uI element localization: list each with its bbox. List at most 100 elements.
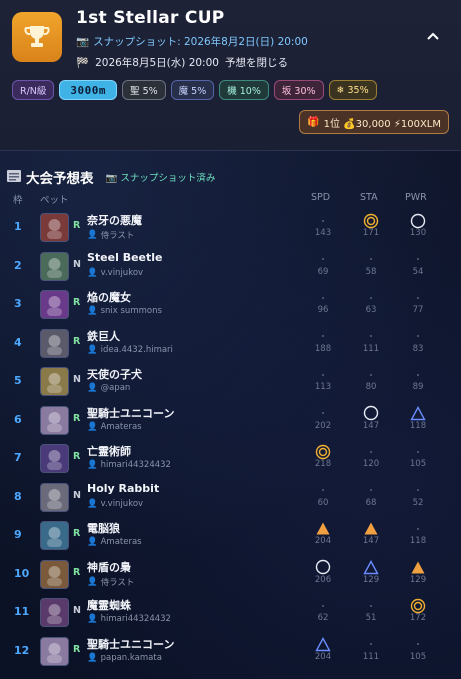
col-pwr: PWR <box>405 192 427 203</box>
table-row[interactable]: 1 R 奈牙の悪魔 👤 侍ラスト 143 171 130 <box>0 210 461 248</box>
close-prediction-label: 予想を閉じる <box>224 57 288 69</box>
table-row[interactable]: 12 R 聖騎士ユニコーン 👤 papan.kamata 204 111 105 <box>0 634 461 672</box>
rarity-badge: N <box>73 605 81 616</box>
sta-value: 51 <box>365 613 377 623</box>
dot-icon <box>353 482 389 499</box>
pwr-cell: 89 <box>400 366 436 392</box>
pwr-cell: 54 <box>400 251 436 277</box>
user-icon: 👤 <box>87 344 98 355</box>
table-row[interactable]: 8 N Holy Rabbit 👤 v.vinjukov 60 68 52 <box>0 480 461 518</box>
pet-name: 聖騎士ユニコーン <box>87 406 175 420</box>
rarity-badge: R <box>73 335 81 347</box>
user-icon: 👤 <box>87 421 98 432</box>
table-row[interactable]: 6 R 聖騎士ユニコーン 👤 Amateras 202 147 118 <box>0 403 461 441</box>
owner-name: v.vinjukov <box>100 498 144 509</box>
pet-name: 神盾の梟 <box>87 560 131 574</box>
user-icon: 👤 <box>87 306 98 316</box>
sta-cell: 80 <box>353 366 389 392</box>
spd-value: 202 <box>314 420 332 431</box>
spd-value: 69 <box>317 266 329 277</box>
sta-cell: 129 <box>353 559 389 585</box>
owner-line: 👤 v.vinjukov <box>87 268 143 278</box>
snapshot-status: 📷 スナップショット済み <box>105 173 216 184</box>
col-spd: SPD <box>311 192 331 203</box>
sta-cell: 63 <box>353 289 389 315</box>
table-row[interactable]: 5 N 天使の子犬 👤 @apan 113 80 89 <box>0 364 461 402</box>
table-row[interactable]: 11 N 魔霊蜘蛛 👤 himari44324432 62 51 172 <box>0 595 461 633</box>
dot-icon <box>305 251 341 268</box>
pet-name: 鉄巨人 <box>87 329 120 343</box>
sta-value: 68 <box>365 497 377 508</box>
sta-value: 111 <box>362 343 380 354</box>
dot-icon <box>400 443 436 460</box>
spd-value: 204 <box>314 536 332 546</box>
slope-ratio-badge: 坂 30% <box>273 80 324 100</box>
spd-value: 62 <box>317 613 329 623</box>
sta-value: 129 <box>362 574 380 585</box>
frame-number: 7 <box>14 451 22 464</box>
distance-badge: 3000m <box>59 80 118 100</box>
user-icon: 👤 <box>87 460 98 470</box>
owner-line: 👤 侍ラスト <box>87 576 134 588</box>
sta-cell: 147 <box>353 405 389 431</box>
pwr-cell: 172 <box>400 597 436 623</box>
dot-icon <box>400 289 436 306</box>
user-icon: 👤 <box>87 614 98 624</box>
prediction-table-header: 大会予想表 📷 スナップショット済み <box>6 167 215 187</box>
pet-avatar <box>40 636 69 666</box>
double-circle-icon <box>400 597 436 614</box>
rank-badge: R/N級 <box>12 80 55 100</box>
spd-cell: 204 <box>305 636 341 662</box>
triangle-outline-icon <box>353 559 389 576</box>
dot-icon <box>400 636 436 653</box>
sta-cell: 120 <box>353 443 389 469</box>
pet-name: 天使の子犬 <box>87 368 142 381</box>
prize-badge: 🎁 1位 💰30,000 ⚡100XLM <box>299 110 449 134</box>
sta-value: 80 <box>365 382 377 392</box>
frame-number: 11 <box>14 605 30 618</box>
table-row[interactable]: 7 R 亡霊術師 👤 himari44324432 218 120 105 <box>0 441 461 479</box>
trophy-icon <box>12 12 62 62</box>
race-title: 1st Stellar CUP <box>76 8 225 28</box>
table-row[interactable]: 2 N Steel Beetle 👤 v.vinjukov 69 58 54 <box>0 249 461 287</box>
triangle-outline-icon <box>305 636 341 653</box>
spd-cell: 60 <box>305 482 341 508</box>
pet-avatar <box>40 251 69 281</box>
spd-cell: 143 <box>305 212 341 238</box>
pet-name: 魔霊蜘蛛 <box>87 599 131 612</box>
frame-number: 12 <box>14 643 30 657</box>
pwr-cell: 77 <box>400 289 436 315</box>
pet-avatar <box>40 290 69 319</box>
table-row[interactable]: 3 R 焔の魔女 👤 snix summons 96 63 77 <box>0 287 461 325</box>
pet-name: Holy Rabbit <box>87 481 160 495</box>
snow-ratio-badge: ❄ 35% <box>328 80 377 100</box>
table-row[interactable]: 4 R 鉄巨人 👤 idea.4432.himari 188 111 83 <box>0 326 461 364</box>
dot-icon <box>400 251 436 268</box>
pwr-value: 130 <box>409 228 427 238</box>
pet-name: 焔の魔女 <box>87 291 131 304</box>
owner-name: v.vinjukov <box>100 267 144 278</box>
dot-icon <box>353 251 389 268</box>
triangle-filled-icon <box>305 520 341 537</box>
table-row[interactable]: 10 R 神盾の梟 👤 侍ラスト 206 129 129 <box>0 557 461 595</box>
sta-value: 111 <box>362 651 380 662</box>
frame-number: 3 <box>14 297 22 310</box>
chevron-up-icon[interactable] <box>425 28 441 44</box>
dot-icon <box>353 443 389 460</box>
sta-value: 58 <box>365 266 377 277</box>
dark-ratio-badge: 魔 5% <box>170 80 215 100</box>
dot-icon <box>353 366 389 383</box>
owner-name: 侍ラスト <box>100 231 135 241</box>
sta-cell: 68 <box>353 482 389 508</box>
rarity-badge: R <box>73 412 81 424</box>
pwr-value: 83 <box>412 343 424 354</box>
dot-icon <box>305 405 341 422</box>
triangle-filled-icon <box>353 520 389 537</box>
table-row[interactable]: 9 R 電脳狼 👤 Amateras 204 147 118 <box>0 518 461 556</box>
sta-cell: 58 <box>353 251 389 277</box>
spd-cell: 62 <box>305 597 341 623</box>
rarity-badge: N <box>73 489 81 501</box>
sta-cell: 171 <box>353 212 389 238</box>
pwr-value: 118 <box>409 420 427 431</box>
pwr-value: 77 <box>412 305 424 315</box>
